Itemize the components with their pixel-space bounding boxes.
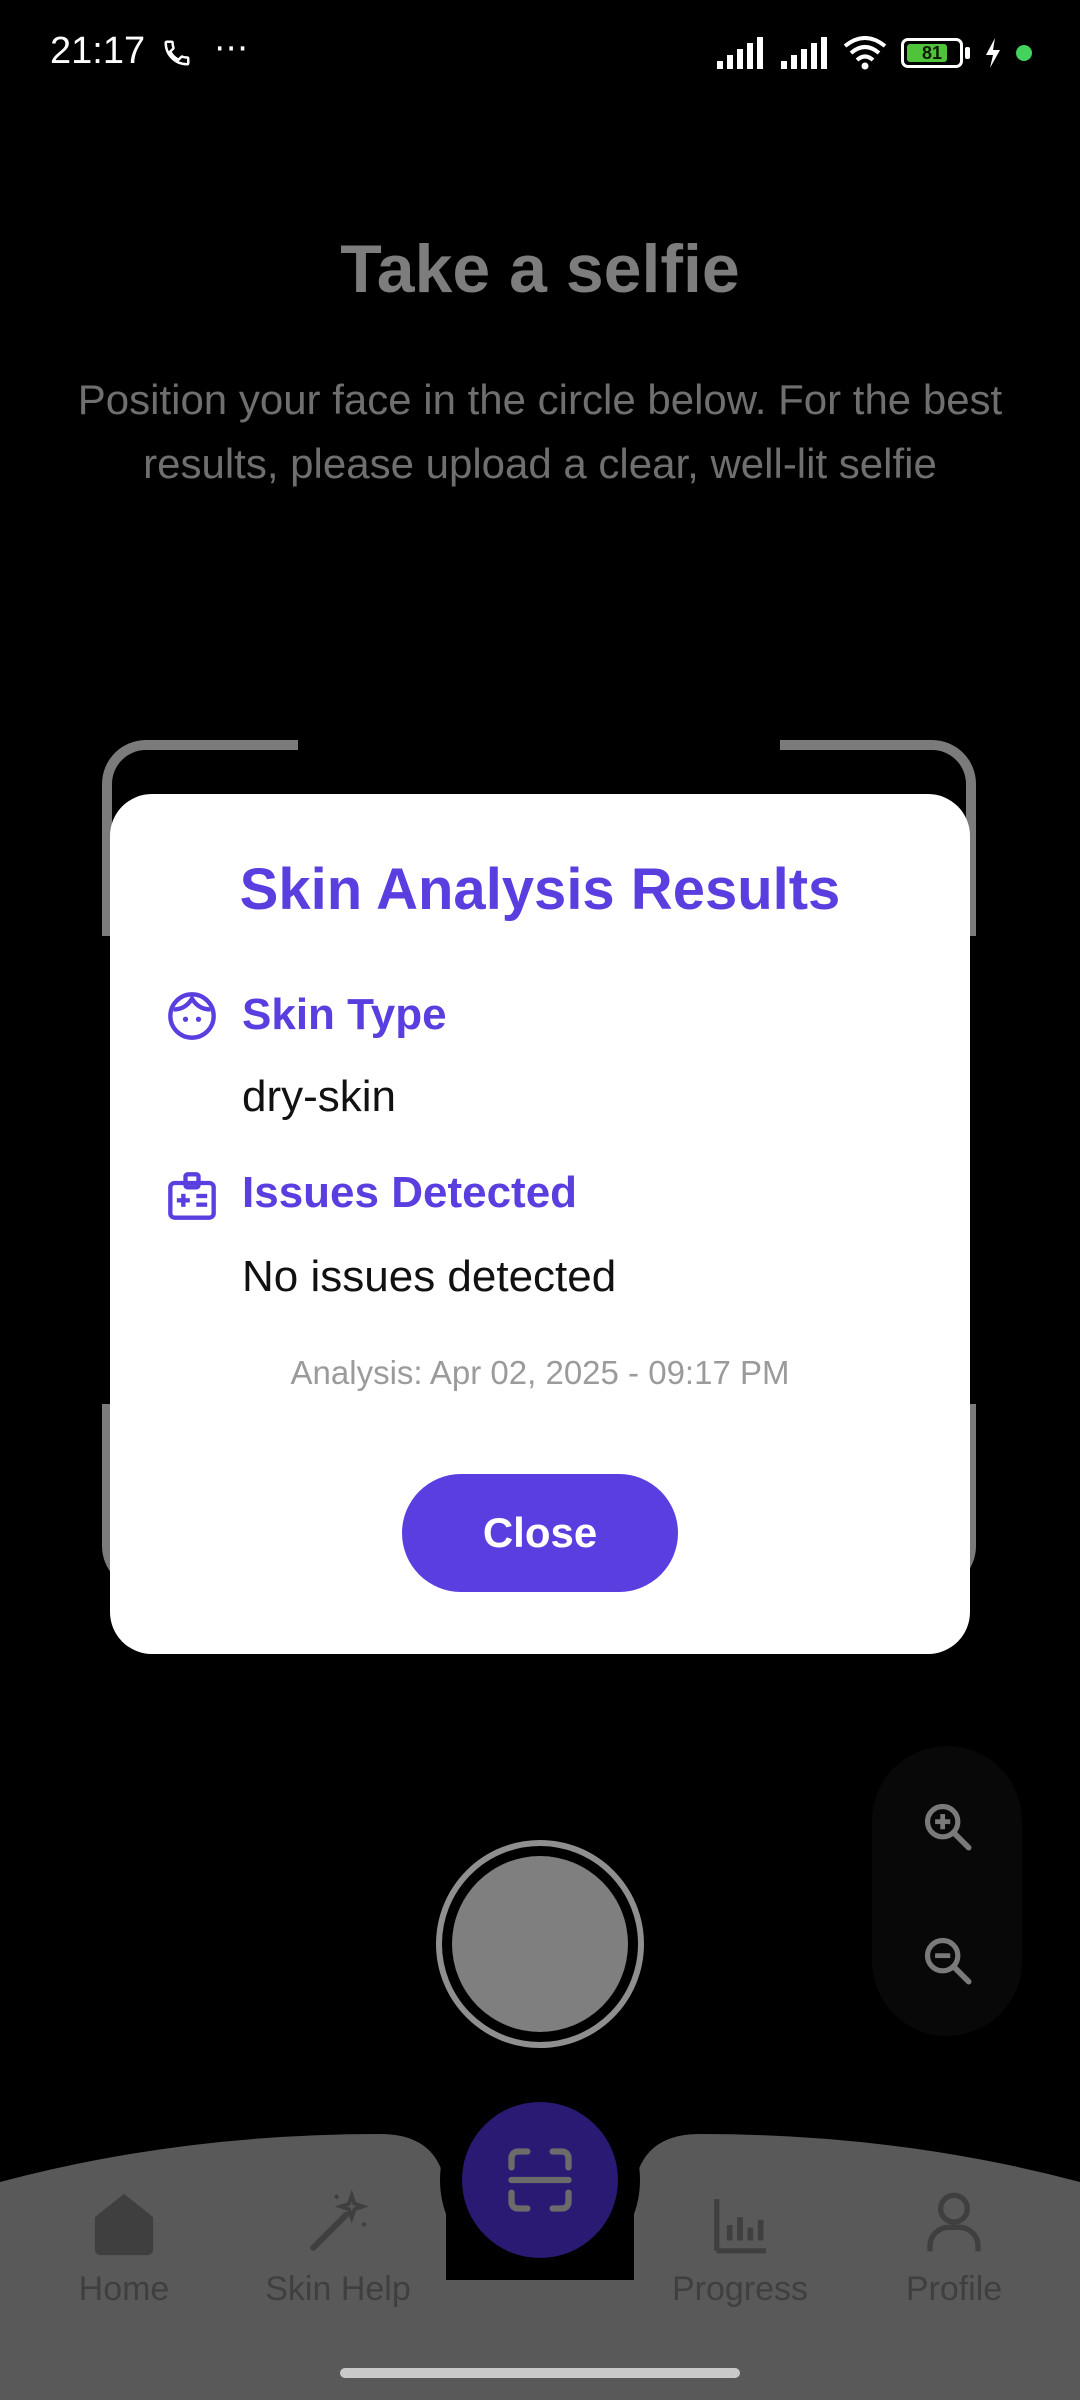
active-dot-icon [1016, 45, 1032, 61]
home-indicator[interactable] [340, 2368, 740, 2378]
user-icon [854, 2182, 1054, 2256]
nav-skin-help[interactable]: Skin Help [238, 2182, 438, 2309]
modal-title: Skin Analysis Results [239, 857, 841, 922]
skin-analysis-modal: Skin Analysis Results Skin Type dry-skin… [110, 794, 970, 1654]
nav-profile-label: Profile [905, 2270, 1003, 2308]
close-button[interactable]: Close [402, 1474, 678, 1592]
page-title: Take a selfie [340, 231, 740, 307]
status-bar: 21:17 ⋯ 81 [0, 0, 1080, 115]
skin-type-heading: Skin Type [242, 990, 447, 1039]
charging-icon [986, 38, 1000, 68]
scan-button[interactable] [462, 2102, 618, 2258]
zoom-in-icon[interactable] [917, 1796, 977, 1856]
magic-wand-icon [238, 2182, 438, 2256]
battery-level: 81 [921, 43, 943, 63]
shutter-inner [452, 1856, 628, 2032]
nav-progress[interactable]: Progress [640, 2182, 840, 2309]
zoom-out-icon[interactable] [917, 1930, 977, 1990]
nav-progress-label: Progress [671, 2270, 809, 2308]
page-subtitle: Position your face in the circle below. … [77, 376, 1003, 487]
phone-call-icon [162, 38, 192, 72]
issues-value: No issues detected [242, 1252, 617, 1301]
camera-screen: 21:17 ⋯ 81 Take a selfie Position your f… [0, 0, 1080, 2400]
shutter-button[interactable] [436, 1840, 644, 2048]
more-dots-icon: ⋯ [214, 28, 249, 68]
battery-icon: 81 [901, 38, 963, 68]
zoom-controls [872, 1746, 1022, 2036]
skin-type-value: dry-skin [242, 1072, 397, 1121]
signal-icon [781, 37, 827, 69]
medical-id-icon [166, 1170, 218, 1222]
issues-heading: Issues Detected [242, 1168, 578, 1217]
wifi-icon [843, 36, 887, 70]
home-icon [24, 2182, 224, 2256]
nav-profile[interactable]: Profile [854, 2182, 1054, 2309]
status-indicators: 81 [715, 36, 1032, 70]
battery-cap [965, 47, 970, 59]
scan-icon [508, 2148, 572, 2212]
nav-skin-help-label: Skin Help [265, 2270, 411, 2308]
status-time: 21:17 [50, 30, 146, 72]
face-icon [166, 990, 218, 1042]
analysis-timestamp: Analysis: Apr 02, 2025 - 09:17 PM [290, 1354, 790, 1391]
bar-chart-icon [640, 2182, 840, 2256]
nav-home-label: Home [78, 2270, 170, 2308]
signal-icon [717, 37, 763, 69]
nav-home[interactable]: Home [24, 2182, 224, 2309]
